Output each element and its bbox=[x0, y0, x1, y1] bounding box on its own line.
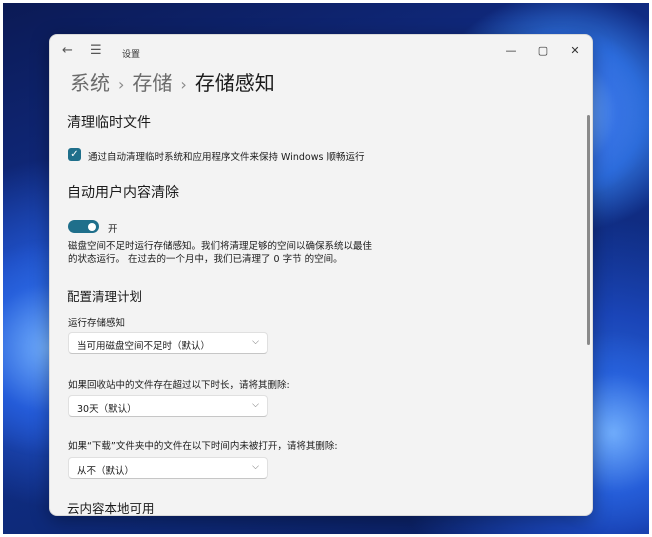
back-arrow-icon[interactable]: ← bbox=[62, 44, 73, 58]
temp-files-heading: 清理临时文件 bbox=[67, 115, 151, 131]
chevron-down-icon: ⌵ bbox=[252, 462, 259, 472]
dropdown-value: 30天（默认） bbox=[77, 404, 137, 415]
description-line: 的状态运行。 在过去的一个月中，我们已清理了 0 字节 的空间。 bbox=[68, 254, 343, 265]
recycle-bin-dropdown[interactable]: 30天（默认） ⌵ bbox=[68, 395, 268, 417]
breadcrumb-separator: › bbox=[180, 75, 187, 94]
title-bar: ← ☰ 设置 — ▢ ✕ bbox=[50, 35, 592, 69]
auto-cleanup-heading: 自动用户内容清除 bbox=[67, 185, 179, 201]
description-line: 磁盘空间不足时运行存储感知。我们将清理足够的空间以确保系统以最佳 bbox=[68, 241, 373, 252]
recycle-bin-label: 如果回收站中的文件存在超过以下时长，请将其删除: bbox=[68, 380, 290, 391]
breadcrumb: 系统 › 存储 › 存储感知 bbox=[70, 69, 275, 99]
run-storage-sense-dropdown[interactable]: 当可用磁盘空间不足时（默认） ⌵ bbox=[68, 332, 268, 354]
check-icon: ✓ bbox=[70, 149, 79, 160]
toggle-knob bbox=[88, 222, 96, 231]
minimize-icon[interactable]: — bbox=[496, 41, 526, 61]
schedule-heading: 配置清理计划 bbox=[67, 289, 143, 304]
breadcrumb-separator: › bbox=[118, 75, 125, 94]
auto-cleanup-description: 磁盘空间不足时运行存储感知。我们将清理足够的空间以确保系统以最佳 的状态运行。 … bbox=[68, 240, 398, 266]
dropdown-value: 从不（默认） bbox=[77, 466, 135, 477]
run-storage-sense-label: 运行存储感知 bbox=[68, 318, 126, 329]
auto-cleanup-toggle[interactable] bbox=[68, 220, 99, 233]
temp-files-checkbox-label: 通过自动清理临时系统和应用程序文件来保持 Windows 顺畅运行 bbox=[88, 152, 365, 163]
temp-files-checkbox[interactable]: ✓ bbox=[68, 148, 81, 161]
dropdown-value: 当可用磁盘空间不足时（默认） bbox=[77, 341, 211, 352]
settings-window: ← ☰ 设置 — ▢ ✕ 系统 › 存储 › 存储感知 清理临时文件 ✓ 通过自动清理临… bbox=[49, 34, 593, 516]
window-title: 设置 bbox=[122, 50, 141, 60]
cloud-content-heading: 云内容本地可用 bbox=[67, 501, 155, 516]
close-icon[interactable]: ✕ bbox=[560, 41, 590, 61]
chevron-down-icon: ⌵ bbox=[252, 400, 259, 410]
scrollbar[interactable] bbox=[587, 115, 590, 345]
downloads-dropdown[interactable]: 从不（默认） ⌵ bbox=[68, 457, 268, 479]
maximize-icon[interactable]: ▢ bbox=[528, 41, 558, 61]
page-title: 存储感知 bbox=[194, 71, 275, 95]
breadcrumb-system[interactable]: 系统 bbox=[70, 71, 110, 95]
toggle-state-label: 开 bbox=[108, 224, 118, 235]
breadcrumb-storage[interactable]: 存储 bbox=[132, 71, 172, 95]
chevron-down-icon: ⌵ bbox=[252, 337, 259, 347]
downloads-label: 如果“下载”文件夹中的文件在以下时间内未被打开，请将其删除: bbox=[68, 441, 338, 452]
hamburger-menu-icon[interactable]: ☰ bbox=[90, 44, 102, 58]
